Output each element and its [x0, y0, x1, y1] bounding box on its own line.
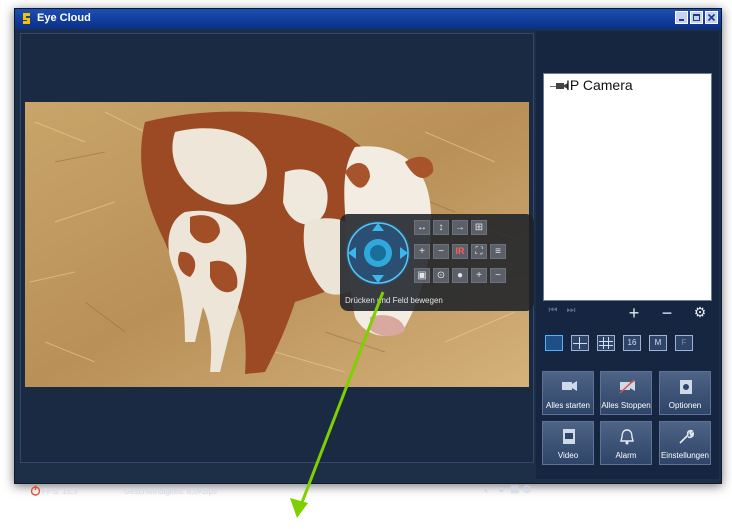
- camera-snapshot-icon[interactable]: ▦: [510, 484, 519, 495]
- layout-9-button[interactable]: [597, 335, 615, 351]
- menu-lines-button[interactable]: ≡: [490, 244, 506, 259]
- start-all-button[interactable]: Alles starten: [542, 371, 594, 415]
- preset-go-button[interactable]: →: [452, 220, 468, 235]
- direction-pad[interactable]: [344, 219, 412, 291]
- alarm-label: Alarm: [615, 451, 637, 460]
- camera-stop-icon: [619, 379, 635, 394]
- camera-viewer[interactable]: ↔ ↕ → ⊞ + − IR ⛶ ≡ ▣ ⊙ ● + − Drücken und…: [20, 33, 534, 496]
- focus-minus-button[interactable]: −: [490, 268, 506, 283]
- zoom-in-button[interactable]: +: [414, 244, 430, 259]
- app-logo-icon: [23, 13, 30, 24]
- layout-16-button[interactable]: 16: [623, 335, 641, 351]
- video-file-icon: [563, 429, 575, 444]
- vertical-scan-button[interactable]: ↕: [433, 220, 449, 235]
- close-button[interactable]: [705, 11, 718, 24]
- alarm-bell-icon: [620, 429, 634, 445]
- zoom-out-button[interactable]: −: [433, 244, 449, 259]
- app-window: Eye Cloud ↔ ↕ → ⊞ + − IR ⛶ ≡ ▣ ⊙ ● + − D…: [14, 8, 722, 496]
- add-device-button[interactable]: +: [627, 303, 641, 324]
- stop-all-button[interactable]: Alles Stoppen: [600, 371, 652, 415]
- layout-f-button[interactable]: F: [675, 335, 693, 351]
- tree-item-ip-camera[interactable]: IP Camera: [566, 77, 633, 93]
- minimize-button[interactable]: [675, 11, 688, 24]
- options-icon: [680, 380, 692, 394]
- title-bar[interactable]: Eye Cloud: [15, 9, 721, 29]
- fps-readout: FPS: 15,3: [42, 487, 78, 496]
- next-button[interactable]: ⏭: [564, 305, 578, 316]
- device-tree[interactable]: IP Camera: [543, 73, 712, 301]
- device-settings-gear-icon[interactable]: ⚙: [693, 304, 707, 321]
- options-button[interactable]: Optionen: [659, 371, 711, 415]
- remove-device-button[interactable]: −: [660, 303, 674, 324]
- horizontal-scan-button[interactable]: ↔: [414, 220, 430, 235]
- maximize-button[interactable]: [690, 11, 703, 24]
- record-dot-icon[interactable]: ●: [498, 484, 505, 496]
- window-title: Eye Cloud: [37, 12, 91, 24]
- stop-all-label: Alles Stoppen: [601, 401, 651, 410]
- settings-gear-icon[interactable]: ⚙: [522, 483, 532, 496]
- layout-m-button[interactable]: M: [649, 335, 667, 351]
- grid-button[interactable]: ⊞: [471, 220, 487, 235]
- status-bar: FPS: 15,3 Geschwindigkeit: 8,0KBps 🔈︎ ● …: [26, 482, 540, 502]
- previous-button[interactable]: ⏮: [546, 305, 560, 316]
- options-label: Optionen: [668, 401, 702, 410]
- fullscreen-button[interactable]: ⛶: [471, 244, 487, 259]
- volume-icon[interactable]: 🔈︎: [484, 485, 490, 496]
- wrench-icon: [679, 429, 694, 444]
- settings-button[interactable]: Einstellungen: [659, 421, 711, 465]
- side-panel: IP Camera ⏮ ⏭ + − ⚙ 16 M F Alles starten: [536, 31, 719, 479]
- record-button[interactable]: ●: [452, 268, 468, 283]
- focus-plus-button[interactable]: +: [471, 268, 487, 283]
- start-all-label: Alles starten: [545, 401, 591, 410]
- speed-readout: Geschwindigkeit: 8,0KBps: [124, 487, 217, 496]
- ptz-hint-text: Drücken und Feld bewegen: [345, 296, 443, 305]
- video-button[interactable]: Video: [542, 421, 594, 465]
- ptz-control-panel[interactable]: ↔ ↕ → ⊞ + − IR ⛶ ≡ ▣ ⊙ ● + − Drücken und…: [340, 214, 534, 311]
- lock-button[interactable]: ⊙: [433, 268, 449, 283]
- layout-4-button[interactable]: [571, 335, 589, 351]
- ir-button[interactable]: IR: [452, 244, 468, 259]
- snapshot-button[interactable]: ▣: [414, 268, 430, 283]
- alarm-button[interactable]: Alarm: [600, 421, 652, 465]
- power-icon[interactable]: [30, 485, 41, 496]
- settings-label: Einstellungen: [660, 451, 710, 460]
- close-icon: [707, 13, 716, 22]
- layout-1-button[interactable]: [545, 335, 563, 351]
- video-label: Video: [557, 451, 579, 460]
- camera-start-icon: [562, 381, 577, 391]
